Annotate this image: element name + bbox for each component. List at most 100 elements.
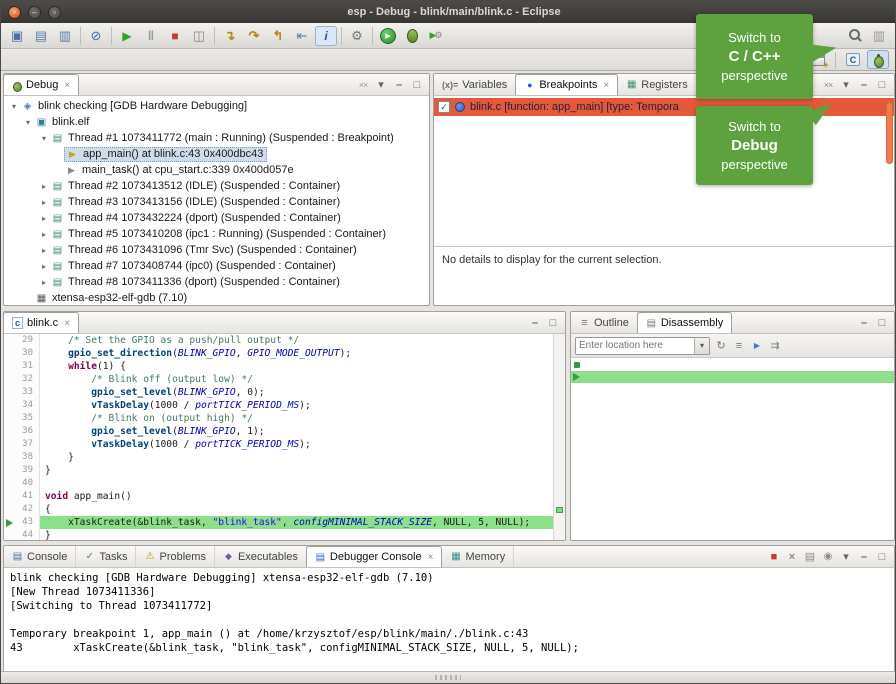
breakpoint-checkbox[interactable]: ✓ xyxy=(438,101,450,113)
minimize-view-icon[interactable] xyxy=(527,315,543,331)
close-tab-icon[interactable]: × xyxy=(64,318,70,329)
debug-tree-row[interactable]: ▸ Thread #3 1073413156 (IDLE) (Suspended… xyxy=(4,194,429,210)
expander-icon[interactable]: ▾ xyxy=(8,102,20,111)
tab-executables[interactable]: Executables xyxy=(215,546,307,567)
drop-to-frame-icon[interactable] xyxy=(291,26,313,46)
maximize-view-icon[interactable] xyxy=(874,315,890,331)
step-over-icon[interactable] xyxy=(243,26,265,46)
code-line[interactable]: 35 /* Blink on (output high) */ xyxy=(4,412,553,425)
follow-pc-icon[interactable] xyxy=(749,338,765,354)
minimize-view-icon[interactable] xyxy=(856,315,872,331)
disassembly-row[interactable]: 400dbc46: s32i a8, a1, 0 xyxy=(571,383,894,395)
close-tab-icon[interactable]: × xyxy=(64,80,70,91)
code-line[interactable]: 36 gpio_set_level(BLINK_GPIO, 1); xyxy=(4,425,553,438)
tab-outline[interactable]: Outline xyxy=(571,312,638,333)
current-line-marker[interactable] xyxy=(556,507,563,513)
disassembly-row[interactable]: 400dbc54: l32r a11, 0x400d0460 <_stext+1… xyxy=(571,443,894,455)
code-line[interactable]: 39 } xyxy=(4,464,553,477)
debug-icon[interactable] xyxy=(401,26,423,46)
code-line[interactable]: 38 } xyxy=(4,451,553,464)
code-line[interactable]: 31 while(1) { xyxy=(4,360,553,373)
remove-terminated-icon[interactable] xyxy=(355,77,371,93)
debug-tree-row[interactable]: xtensa-esp32-elf-gdb (7.10) xyxy=(4,290,429,305)
disassembly-row[interactable]: 400dbc5d: retw.n xyxy=(571,479,894,491)
code-line[interactable]: 33 gpio_set_level(BLINK_GPIO, 0); xyxy=(4,386,553,399)
sync-pc-icon[interactable] xyxy=(767,338,783,354)
disassembly-row[interactable]: 400dbc4c: movi a14, 5 xyxy=(571,407,894,419)
refresh-icon[interactable] xyxy=(713,338,729,354)
code-line[interactable]: 34 vTaskDelay(1000 / portTICK_PERIOD_MS)… xyxy=(4,399,553,412)
debug-tree-row[interactable]: ▸ Thread #6 1073431096 (Tmr Svc) (Suspen… xyxy=(4,242,429,258)
code-line[interactable]: 44 } xyxy=(4,529,553,540)
disassembly-row[interactable]: 400dbc4f: mov.n a13, a15 xyxy=(571,419,894,431)
expander-icon[interactable]: ▸ xyxy=(38,214,50,223)
location-input[interactable] xyxy=(576,338,694,354)
annotation-icon[interactable] xyxy=(868,26,890,46)
debug-tree-row[interactable]: app_main() at blink.c:43 0x400dbc43 xyxy=(4,146,429,162)
debug-tree-row[interactable]: ▸ Thread #5 1073410208 (ipc1 : Running) … xyxy=(4,226,429,242)
expander-icon[interactable]: ▸ xyxy=(38,262,50,271)
disassembly-row[interactable]: 400dbc43: l32r a8, 0x400d00f8 <_stext+22… xyxy=(571,371,894,383)
tab-disassembly[interactable]: Disassembly xyxy=(637,312,732,333)
debug-tree-row[interactable]: ▾ blink checking [GDB Hardware Debugging… xyxy=(4,98,429,114)
tab-blink-c[interactable]: c blink.c × xyxy=(3,312,79,333)
debug-tree-row[interactable]: ▾ Thread #1 1073411772 (main : Running) … xyxy=(4,130,429,146)
disassembly-row[interactable]: 400dbc67: blt a0, a1, 0x400dbc81 <__addd… xyxy=(571,527,894,539)
cpp-perspective-button[interactable]: C xyxy=(842,50,864,69)
expander-icon[interactable]: ▸ xyxy=(38,182,50,191)
maximize-view-icon[interactable] xyxy=(874,77,890,93)
debug-tree-row[interactable]: ▸ Thread #8 1073411336 (dport) (Suspende… xyxy=(4,274,429,290)
debug-tree-row[interactable]: ▾ blink.elf xyxy=(4,114,429,130)
minimize-view-icon[interactable] xyxy=(856,549,872,565)
suspend-icon[interactable] xyxy=(140,26,162,46)
disassembly-row[interactable]: 43 xTaskCreate(&blink_task, "blink_tas xyxy=(571,359,894,371)
disassembly-row[interactable]: 400dbc62: l32i.n a0, a0, 16 xyxy=(571,503,894,515)
window-close-button[interactable]: × xyxy=(8,6,21,19)
code-line[interactable]: 29 /* Set the GPIO as a push/pull output… xyxy=(4,334,553,347)
terminate-icon[interactable] xyxy=(164,26,186,46)
window-maximize-button[interactable]: ▫ xyxy=(48,6,61,19)
tab-registers[interactable]: Registers xyxy=(618,74,696,95)
disassembly-row[interactable]: 400dbc5f: extui a6, a0, 23, 13 xyxy=(571,491,894,503)
search-icon[interactable] xyxy=(844,26,866,46)
disassembly-row[interactable]: 400dbc49: movi a15, 0 xyxy=(571,395,894,407)
maximize-view-icon[interactable] xyxy=(409,77,425,93)
code-line[interactable]: 41 void app_main() xyxy=(4,490,553,503)
expander-icon[interactable]: ▸ xyxy=(38,230,50,239)
maximize-view-icon[interactable] xyxy=(545,315,561,331)
external-tools-icon[interactable] xyxy=(425,26,447,46)
tab-breakpoints[interactable]: Breakpoints × xyxy=(515,74,618,95)
close-tab-icon[interactable]: × xyxy=(603,80,609,91)
step-return-icon[interactable] xyxy=(267,26,289,46)
overview-ruler[interactable] xyxy=(553,334,565,540)
minimize-view-icon[interactable] xyxy=(391,77,407,93)
minimize-view-icon[interactable] xyxy=(856,77,872,93)
disassembly-row[interactable]: 400dbc57: l32r a10, 0x400d0464 <_stext+1… xyxy=(571,455,894,467)
combo-dropdown-icon[interactable]: ▾ xyxy=(694,338,709,354)
vertical-scrollbar[interactable] xyxy=(886,102,893,164)
expander-icon[interactable]: ▸ xyxy=(38,198,50,207)
tab-debug[interactable]: Debug × xyxy=(3,74,79,95)
disassembly-row[interactable]: 400dbc51: movi a12, 0x300 xyxy=(571,431,894,443)
code-line[interactable]: 37 vTaskDelay(1000 / portTICK_PERIOD_MS)… xyxy=(4,438,553,451)
resume-icon[interactable] xyxy=(116,26,138,46)
tab-variables[interactable]: (x)= Variables xyxy=(434,74,516,95)
tab-console[interactable]: Console xyxy=(4,546,76,567)
terminate-console-icon[interactable] xyxy=(766,549,782,565)
remove-launch-icon[interactable] xyxy=(784,549,800,565)
instruction-stepping-icon[interactable] xyxy=(315,26,337,46)
debug-tree-row[interactable]: ▸ Thread #4 1073432224 (dport) (Suspende… xyxy=(4,210,429,226)
debug-perspective-button[interactable] xyxy=(867,50,889,69)
debug-tree-row[interactable]: ▸ Thread #2 1073413512 (IDLE) (Suspended… xyxy=(4,178,429,194)
resize-grip[interactable] xyxy=(435,675,461,680)
step-into-icon[interactable] xyxy=(219,26,241,46)
code-line[interactable]: 40 xyxy=(4,477,553,490)
clear-console-icon[interactable] xyxy=(802,549,818,565)
code-line[interactable]: 42 { xyxy=(4,503,553,516)
disassembly-row[interactable]: 400dbc5a: call8 0x40084314 <xTaskCreateP… xyxy=(571,467,894,479)
window-minimize-button[interactable]: – xyxy=(28,6,41,19)
code-line[interactable]: 30 gpio_set_direction(BLINK_GPIO, GPIO_M… xyxy=(4,347,553,360)
maximize-view-icon[interactable] xyxy=(874,549,890,565)
tab-debugger-console[interactable]: Debugger Console × xyxy=(306,546,443,567)
show-source-icon[interactable] xyxy=(731,338,747,354)
